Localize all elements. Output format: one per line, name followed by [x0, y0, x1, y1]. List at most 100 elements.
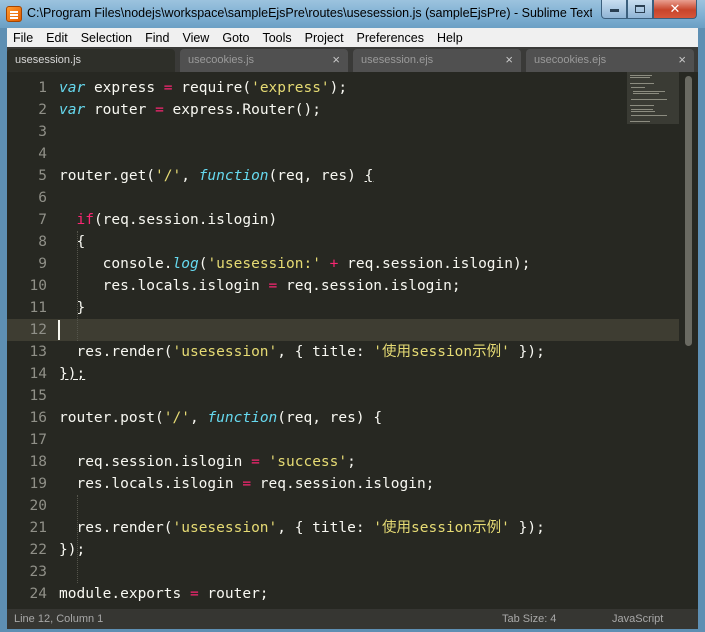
code-line: }	[76, 300, 86, 316]
menu-goto[interactable]: Goto	[222, 31, 249, 45]
line-number: 12	[29, 322, 47, 338]
code-editor[interactable]: 1 2 3 4 5 6 7 8 9 10 11 12 13 14 15 16 1…	[7, 72, 698, 609]
code-line: });	[59, 366, 86, 382]
maximize-icon	[635, 5, 645, 13]
menu-edit[interactable]: Edit	[46, 31, 68, 45]
minimap-line	[630, 105, 654, 106]
minimap-line	[630, 121, 650, 122]
window-title: C:\Program Files\nodejs\workspace\sample…	[27, 6, 592, 20]
menu-bar: File Edit Selection Find View Goto Tools…	[7, 28, 698, 47]
code-line: res.locals.islogin = req.session.islogin…	[102, 278, 461, 294]
tab-label: usesession.ejs	[361, 54, 434, 66]
line-number: 6	[38, 190, 47, 206]
close-icon: ✕	[669, 1, 681, 16]
line-number: 13	[29, 344, 47, 360]
line-number: 14	[29, 366, 47, 382]
line-number: 11	[29, 300, 47, 316]
code-line: var router = express.Router();	[59, 102, 321, 118]
code-line: res.render('usesession', { title: '使用ses…	[76, 520, 545, 536]
code-area[interactable]: var express = require('express'); var ro…	[59, 77, 629, 605]
minimap-line	[630, 77, 650, 78]
line-number: 8	[38, 234, 47, 250]
minimap-line	[631, 99, 667, 100]
code-line: var express = require('express');	[59, 80, 348, 96]
line-number: 20	[29, 498, 47, 514]
line-number: 2	[38, 102, 47, 118]
syntax-mode[interactable]: JavaScript	[612, 613, 663, 625]
title-bar[interactable]: C:\Program Files\nodejs\workspace\sample…	[0, 0, 705, 28]
menu-help[interactable]: Help	[437, 31, 463, 45]
menu-find[interactable]: Find	[145, 31, 169, 45]
scrollbar-thumb[interactable]	[685, 76, 692, 346]
tab-close-icon[interactable]: ×	[678, 52, 686, 67]
tab-size[interactable]: Tab Size: 4	[502, 613, 556, 625]
tab-label: usesession.js	[15, 54, 82, 66]
minimap-line	[633, 93, 659, 94]
menu-project[interactable]: Project	[305, 31, 344, 45]
minimap[interactable]	[627, 72, 679, 124]
minimize-icon	[609, 9, 619, 12]
line-number: 15	[29, 388, 47, 404]
line-number: 1	[38, 80, 47, 96]
minimap-line	[633, 91, 665, 92]
line-number: 18	[29, 454, 47, 470]
code-line: req.session.islogin = 'success';	[76, 454, 356, 470]
line-number: 19	[29, 476, 47, 492]
minimap-line	[631, 111, 655, 112]
code-line: res.locals.islogin = req.session.islogin…	[76, 476, 435, 492]
tab-close-icon[interactable]: ×	[505, 52, 513, 67]
minimap-line	[630, 83, 654, 84]
line-number: 24	[29, 586, 47, 602]
tab-usesession-js[interactable]: usesession.js	[7, 49, 175, 72]
code-line: });	[59, 542, 86, 558]
line-number: 9	[38, 256, 47, 272]
minimap-line	[631, 87, 645, 88]
line-number: 3	[38, 124, 47, 140]
minimap-line	[631, 109, 653, 110]
minimap-line	[630, 75, 652, 76]
menu-file[interactable]: File	[13, 31, 33, 45]
line-number: 10	[29, 278, 47, 294]
tab-usecookies-ejs[interactable]: usecookies.ejs ×	[526, 49, 694, 72]
tab-usecookies-js[interactable]: usecookies.js ×	[180, 49, 348, 72]
code-line: router.post('/', function(req, res) {	[59, 410, 383, 426]
line-number: 7	[38, 212, 47, 228]
sublime-text-icon	[6, 6, 22, 22]
code-line: {	[76, 234, 86, 250]
line-number: 5	[38, 168, 47, 184]
code-line: console.log('usesession:' + req.session.…	[102, 256, 531, 272]
tab-label: usecookies.ejs	[534, 54, 607, 66]
code-line: module.exports = router;	[59, 586, 269, 602]
tab-usesession-ejs[interactable]: usesession.ejs ×	[353, 49, 521, 72]
minimize-button[interactable]	[601, 0, 627, 19]
code-line: router.get('/', function(req, res) {	[59, 168, 374, 184]
menu-tools[interactable]: Tools	[262, 31, 291, 45]
close-button[interactable]: ✕	[653, 0, 697, 19]
menu-preferences[interactable]: Preferences	[357, 31, 424, 45]
maximize-button[interactable]	[627, 0, 653, 19]
vertical-scrollbar[interactable]	[679, 72, 698, 609]
line-number: 22	[29, 542, 47, 558]
line-number: 16	[29, 410, 47, 426]
menu-view[interactable]: View	[182, 31, 209, 45]
line-number: 23	[29, 564, 47, 580]
tab-label: usecookies.js	[188, 54, 255, 66]
line-number: 21	[29, 520, 47, 536]
menu-selection[interactable]: Selection	[81, 31, 132, 45]
tab-bar: usesession.js usecookies.js × usesession…	[7, 47, 698, 72]
cursor-position[interactable]: Line 12, Column 1	[14, 613, 103, 625]
tab-close-icon[interactable]: ×	[332, 52, 340, 67]
line-number: 4	[38, 146, 47, 162]
minimap-line	[631, 115, 667, 116]
editor-window: C:\Program Files\nodejs\workspace\sample…	[0, 0, 705, 632]
code-line: if(req.session.islogin)	[76, 212, 278, 228]
window-controls: ✕	[601, 0, 697, 20]
